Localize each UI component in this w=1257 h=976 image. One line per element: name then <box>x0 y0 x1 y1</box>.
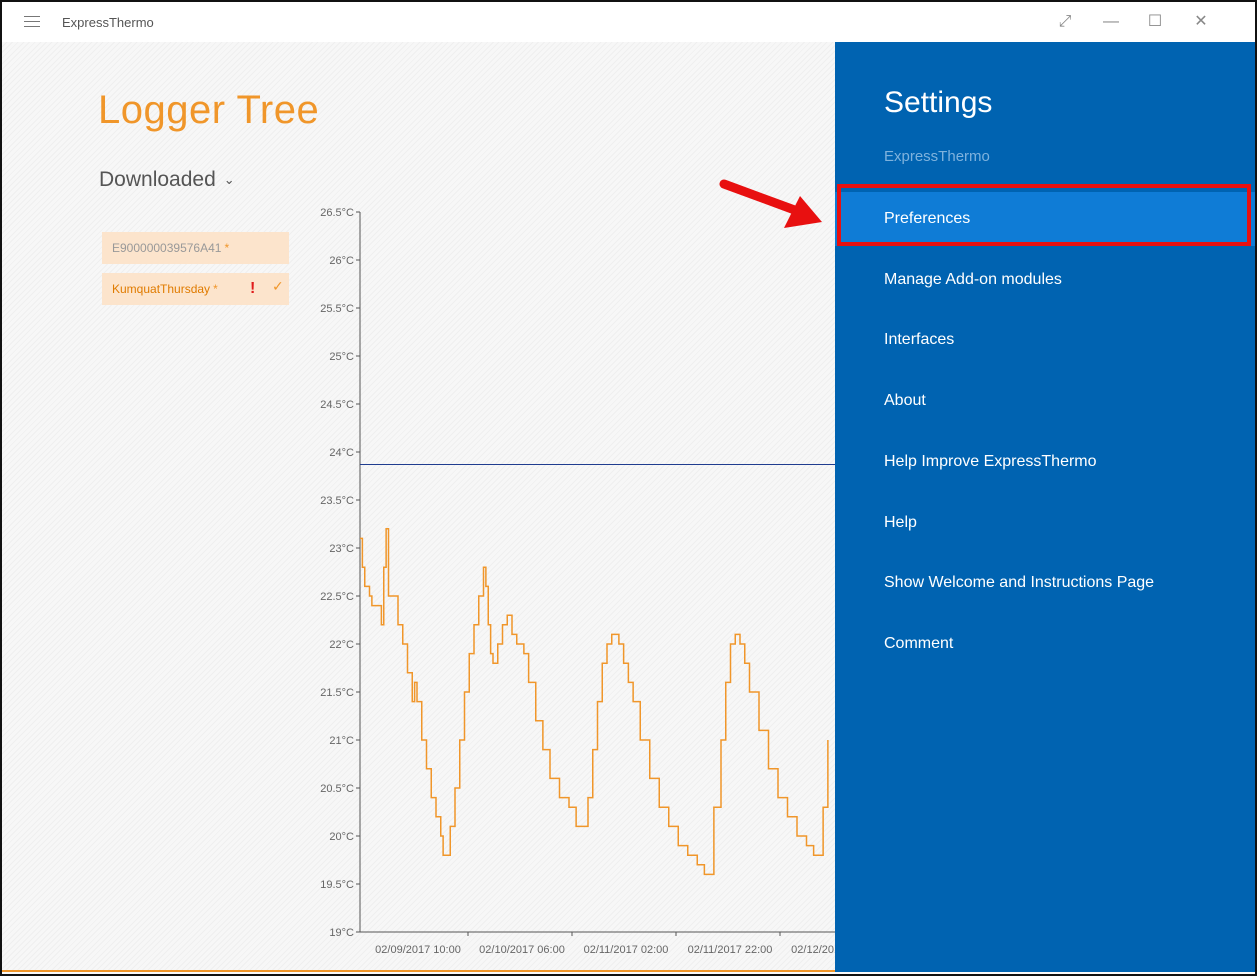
expand-icon[interactable]: ⤢ <box>1052 10 1078 34</box>
x-tick-label: 02/10/2017 06:00 <box>479 944 565 956</box>
y-tick-label: 24.5°C <box>320 399 354 411</box>
temperature-series-line <box>360 528 829 876</box>
settings-subtitle: ExpressThermo <box>884 148 990 165</box>
y-tick-label: 22.5°C <box>320 591 354 603</box>
settings-item-manage-add-on-modules[interactable]: Manage Add-on modules <box>835 253 1255 307</box>
y-tick-label: 25°C <box>329 351 354 363</box>
title-bar: ExpressThermo ⤢ — ☐ ✕ <box>2 2 1255 42</box>
settings-item-help[interactable]: Help <box>835 496 1255 550</box>
x-tick-label: 02/11/2017 22:00 <box>688 944 773 956</box>
x-tick-label: 02/12/2017 18:00 <box>791 944 835 956</box>
settings-item-help-improve[interactable]: Help Improve ExpressThermo <box>835 435 1255 489</box>
y-tick-label: 23°C <box>329 543 354 555</box>
y-tick-label: 23.5°C <box>320 495 354 507</box>
red-arrow-icon <box>719 179 822 228</box>
minimize-button[interactable]: — <box>1098 10 1124 34</box>
app-title: ExpressThermo <box>62 15 154 30</box>
close-button[interactable]: ✕ <box>1188 10 1214 34</box>
y-tick-label: 25.5°C <box>320 303 354 315</box>
settings-item-comment[interactable]: Comment <box>835 617 1255 671</box>
y-tick-label: 22°C <box>329 639 354 651</box>
y-tick-label: 21°C <box>329 735 354 747</box>
settings-title: Settings <box>884 86 993 119</box>
settings-item-about[interactable]: About <box>835 374 1255 428</box>
x-tick-label: 02/11/2017 02:00 <box>584 944 669 956</box>
highlight-box <box>837 184 1251 246</box>
settings-panel: Settings ExpressThermo Preferences Manag… <box>835 42 1255 972</box>
y-tick-label: 21.5°C <box>320 687 354 699</box>
y-tick-label: 26.5°C <box>320 207 354 219</box>
temperature-chart: 26.5°C 26°C 25.5°C 25°C 24.5°C 24°C 23.5°C 23°C… <box>320 207 835 956</box>
x-tick-label: 02/09/2017 10:00 <box>375 944 461 956</box>
y-tick-label: 20°C <box>329 831 354 843</box>
settings-item-welcome-instructions[interactable]: Show Welcome and Instructions Page <box>835 556 1255 610</box>
y-tick-label: 24°C <box>329 447 354 459</box>
settings-item-interfaces[interactable]: Interfaces <box>835 313 1255 367</box>
y-tick-label: 26°C <box>329 255 354 267</box>
y-tick-label: 19.5°C <box>320 879 354 891</box>
maximize-button[interactable]: ☐ <box>1142 10 1168 34</box>
accent-bottom-line <box>2 970 835 972</box>
hamburger-menu-icon[interactable] <box>24 16 40 28</box>
y-tick-label: 20.5°C <box>320 783 354 795</box>
y-tick-label: 19°C <box>329 927 354 939</box>
